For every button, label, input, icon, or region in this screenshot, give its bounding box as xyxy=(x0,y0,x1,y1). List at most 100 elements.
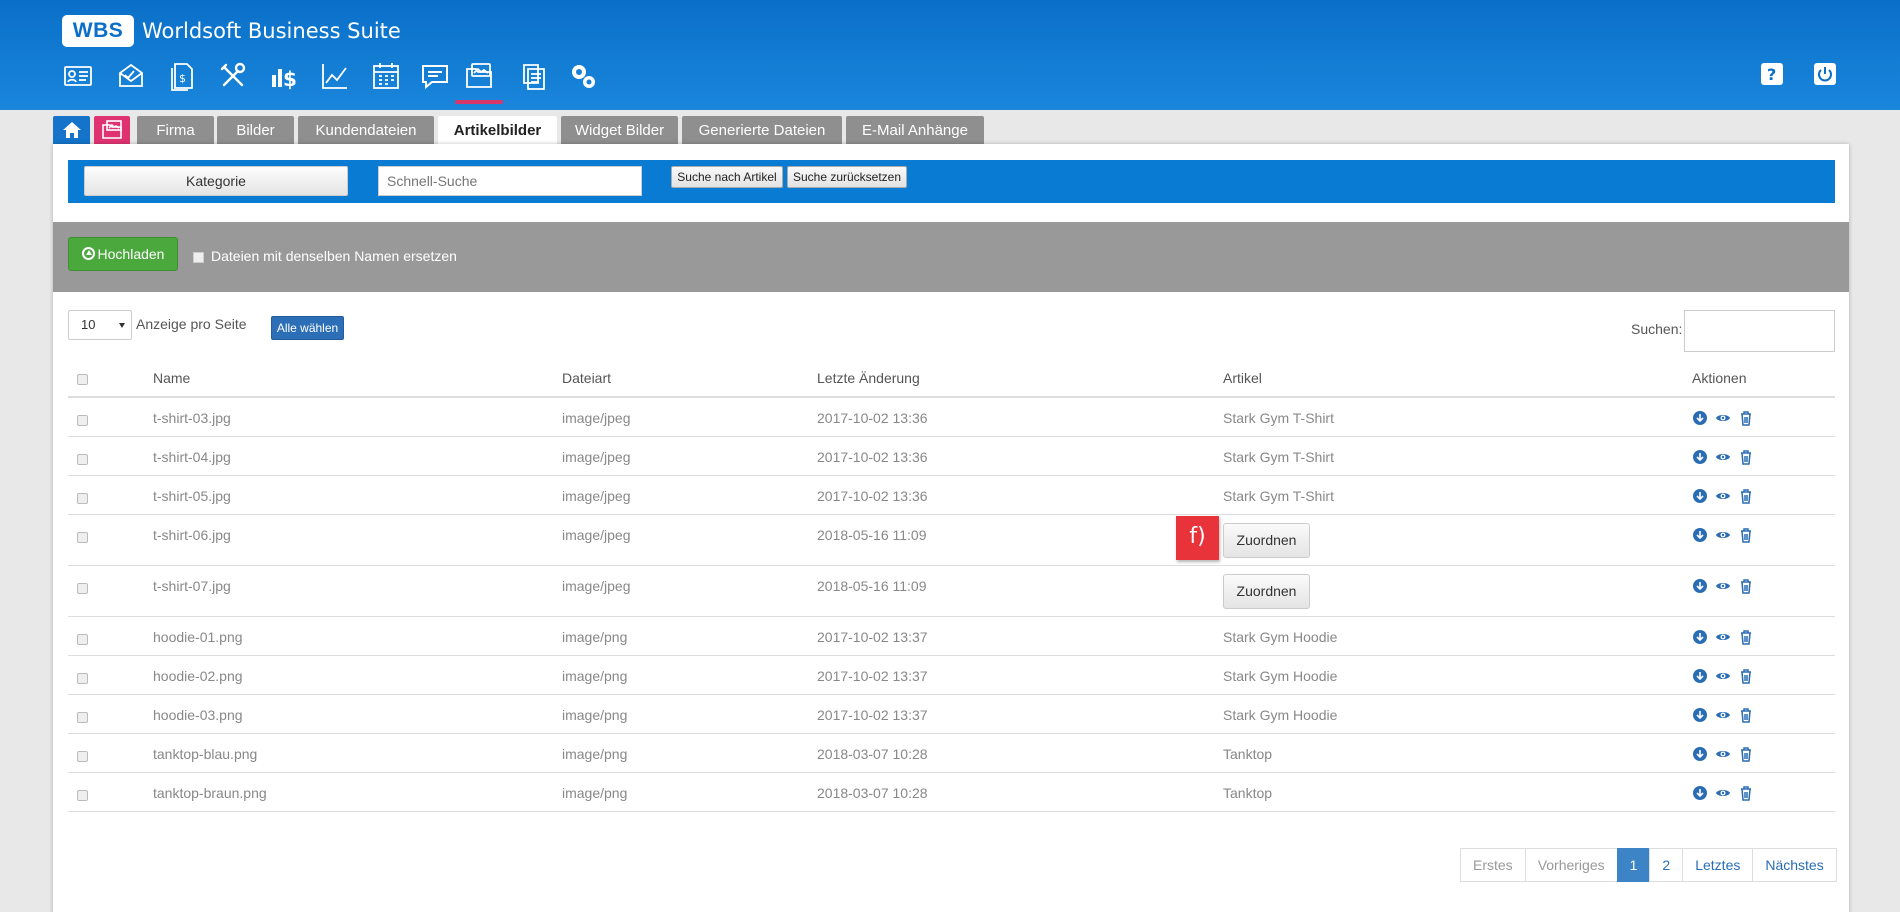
chart-icon[interactable] xyxy=(317,58,353,94)
col-modified[interactable]: Letzte Änderung xyxy=(817,360,920,396)
view-icon[interactable] xyxy=(1714,628,1731,645)
tab-artikelbilder[interactable]: Artikelbilder xyxy=(438,116,557,146)
reset-search-button[interactable]: Suche zurücksetzen xyxy=(787,166,907,188)
page-1[interactable]: 1 xyxy=(1616,848,1651,882)
finance-icon[interactable]: $ xyxy=(266,58,302,94)
view-icon[interactable] xyxy=(1714,784,1731,801)
view-icon[interactable] xyxy=(1714,526,1731,543)
view-icon[interactable] xyxy=(1714,667,1731,684)
row-checkbox[interactable] xyxy=(77,532,88,543)
replace-files-checkbox[interactable] xyxy=(193,252,204,263)
row-modified: 2017-10-02 13:36 xyxy=(817,488,928,504)
delete-icon[interactable] xyxy=(1737,448,1754,465)
help-icon[interactable]: ? xyxy=(1760,62,1784,86)
table-search-input[interactable] xyxy=(1684,310,1835,352)
settings-icon[interactable] xyxy=(565,58,601,94)
view-icon[interactable] xyxy=(1714,706,1731,723)
table-row: tanktop-blau.png image/png 2018-03-07 10:2… xyxy=(68,734,1835,773)
page-2[interactable]: 2 xyxy=(1649,848,1684,882)
select-all-checkbox[interactable] xyxy=(77,374,88,385)
page-last[interactable]: Letztes xyxy=(1682,848,1754,882)
download-icon[interactable] xyxy=(1691,487,1708,504)
download-icon[interactable] xyxy=(1691,667,1708,684)
download-icon[interactable] xyxy=(1691,706,1708,723)
active-nav-indicator xyxy=(455,100,503,104)
row-checkbox[interactable] xyxy=(77,634,88,645)
invoice-icon[interactable]: $ xyxy=(164,58,200,94)
row-checkbox[interactable] xyxy=(77,583,88,594)
chat-icon[interactable] xyxy=(417,58,453,94)
row-article: Stark Gym Hoodie xyxy=(1223,629,1338,645)
tab-generierte-dateien[interactable]: Generierte Dateien xyxy=(682,116,842,144)
row-article: Stark Gym T-Shirt xyxy=(1223,488,1334,504)
delete-icon[interactable] xyxy=(1737,745,1754,762)
download-icon[interactable] xyxy=(1691,577,1708,594)
category-button[interactable]: Kategorie xyxy=(84,166,348,196)
assign-button[interactable]: Zuordnen xyxy=(1223,523,1310,558)
per-page-select[interactable]: 10 xyxy=(68,310,132,340)
search-bar: Kategorie Suche nach Artikel Suche zurüc… xyxy=(68,160,1835,203)
tab-firma[interactable]: Firma xyxy=(137,116,214,144)
view-icon[interactable] xyxy=(1714,448,1731,465)
row-checkbox[interactable] xyxy=(77,415,88,426)
app-title: Worldsoft Business Suite xyxy=(142,19,401,43)
assign-button[interactable]: Zuordnen xyxy=(1223,574,1310,609)
tab-media[interactable] xyxy=(94,116,130,144)
tab-email-anhaenge[interactable]: E-Mail Anhänge xyxy=(846,116,984,144)
row-checkbox[interactable] xyxy=(77,751,88,762)
delete-icon[interactable] xyxy=(1737,784,1754,801)
row-checkbox[interactable] xyxy=(77,493,88,504)
row-checkbox[interactable] xyxy=(77,712,88,723)
col-actions: Aktionen xyxy=(1692,370,1747,386)
delete-icon[interactable] xyxy=(1737,628,1754,645)
delete-icon[interactable] xyxy=(1737,706,1754,723)
view-icon[interactable] xyxy=(1714,745,1731,762)
download-icon[interactable] xyxy=(1691,745,1708,762)
contact-card-icon[interactable] xyxy=(60,58,96,94)
tab-bilder[interactable]: Bilder xyxy=(217,116,294,144)
row-checkbox[interactable] xyxy=(77,790,88,801)
view-icon[interactable] xyxy=(1714,577,1731,594)
table-row: t-shirt-03.jpg image/jpeg 2017-10-02 13:36… xyxy=(68,398,1835,437)
delete-icon[interactable] xyxy=(1737,667,1754,684)
calendar-icon[interactable] xyxy=(368,58,404,94)
download-icon[interactable] xyxy=(1691,448,1708,465)
search-article-button[interactable]: Suche nach Artikel xyxy=(671,166,783,188)
download-icon[interactable] xyxy=(1691,409,1708,426)
mail-icon[interactable] xyxy=(113,58,149,94)
per-page-label: Anzeige pro Seite xyxy=(136,316,247,332)
download-icon[interactable] xyxy=(1691,628,1708,645)
table-row: tanktop-braun.png image/png 2018-03-07 10:… xyxy=(68,773,1835,812)
page-prev[interactable]: Vorheriges xyxy=(1524,848,1618,882)
download-icon[interactable] xyxy=(1691,784,1708,801)
view-icon[interactable] xyxy=(1714,487,1731,504)
documents-icon[interactable] xyxy=(515,58,551,94)
col-name[interactable]: Name xyxy=(153,360,190,396)
folder-image-icon[interactable] xyxy=(461,58,497,94)
upload-button[interactable]: Hochladen xyxy=(68,237,178,271)
row-name: hoodie-01.png xyxy=(153,629,243,645)
tab-kundendateien[interactable]: Kundendateien xyxy=(298,116,434,144)
row-checkbox[interactable] xyxy=(77,454,88,465)
tab-home[interactable] xyxy=(53,116,90,144)
row-checkbox[interactable] xyxy=(77,673,88,684)
tab-widget-bilder[interactable]: Widget Bilder xyxy=(561,116,678,144)
view-icon[interactable] xyxy=(1714,409,1731,426)
delete-icon[interactable] xyxy=(1737,526,1754,543)
page-next[interactable]: Nächstes xyxy=(1752,848,1837,882)
delete-icon[interactable] xyxy=(1737,577,1754,594)
quick-search-input[interactable] xyxy=(378,166,642,196)
page-first[interactable]: Erstes xyxy=(1460,848,1526,882)
tools-icon[interactable] xyxy=(215,58,251,94)
delete-icon[interactable] xyxy=(1737,409,1754,426)
col-type[interactable]: Dateiart xyxy=(562,360,611,396)
upload-button-label: Hochladen xyxy=(97,246,165,262)
delete-icon[interactable] xyxy=(1737,487,1754,504)
table-search-label: Suchen: xyxy=(1631,321,1683,337)
download-icon[interactable] xyxy=(1691,526,1708,543)
power-icon[interactable] xyxy=(1813,62,1837,86)
row-article: Stark Gym T-Shirt xyxy=(1223,410,1334,426)
row-name: t-shirt-03.jpg xyxy=(153,410,231,426)
col-article[interactable]: Artikel xyxy=(1223,360,1262,396)
select-all-button[interactable]: Alle wählen xyxy=(271,316,344,340)
